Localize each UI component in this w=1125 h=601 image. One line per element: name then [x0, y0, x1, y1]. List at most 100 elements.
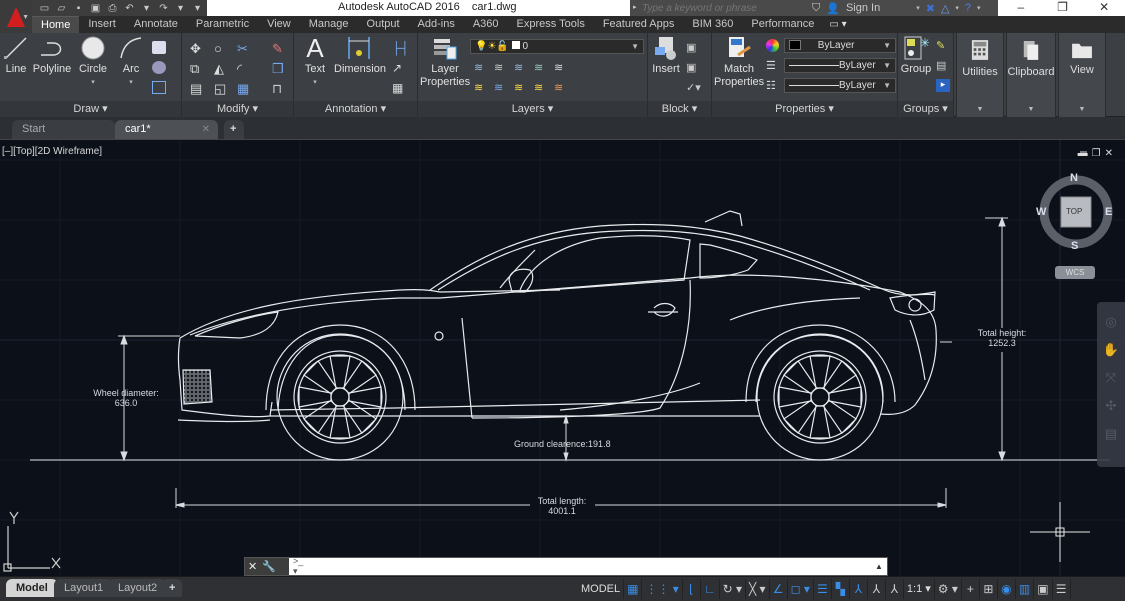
ortho-icon[interactable]: ∟ [701, 579, 720, 599]
maximize-button[interactable]: ❐ [1042, 0, 1084, 16]
hardware-acceleration-icon[interactable]: ▥ [1016, 579, 1035, 599]
chevron-down-icon[interactable]: ▾ [977, 4, 981, 12]
layer-dropdown[interactable]: 💡☀🔓 0 ▼ [470, 39, 644, 54]
compass-west[interactable]: W [1036, 206, 1046, 218]
units-icon[interactable]: ⊞ [980, 579, 998, 599]
rotate-icon[interactable]: ○ [214, 41, 228, 56]
new-tab-button[interactable]: + [224, 120, 244, 139]
add-layout-button[interactable]: + [162, 579, 183, 597]
showmotion-icon[interactable]: ▤ [1097, 426, 1125, 442]
total-height-dimension[interactable]: Total height: 1252.3 [962, 328, 1042, 348]
ungroup-icon[interactable]: ✎ [936, 39, 950, 52]
redo-icon[interactable]: ↷ [157, 3, 170, 14]
save-as-icon[interactable]: ▣ [89, 3, 102, 14]
favorites-icon[interactable]: ⛉ [812, 2, 820, 15]
groups-panel-title[interactable]: Groups ▾ [898, 101, 953, 117]
annotation-monitor-icon[interactable]: + [962, 579, 980, 599]
group-selection-icon[interactable]: ▸ [936, 79, 950, 92]
offset-icon[interactable]: ⊓ [272, 81, 286, 96]
grid-icon[interactable]: ▦ [624, 579, 643, 599]
drawing-viewport[interactable]: [–][Top][2D Wireframe] ▬❐✕ N S E W TOP W… [0, 139, 1125, 576]
draw-panel-title[interactable]: Draw ▾ [0, 101, 181, 117]
copy-icon[interactable]: ⧉ [190, 61, 204, 76]
sign-in-button[interactable]: Sign In [846, 2, 880, 14]
close-tab-icon[interactable]: ✕ [202, 120, 210, 139]
hatch-icon[interactable] [152, 61, 166, 74]
circle-button[interactable]: Circle ▾ [77, 35, 109, 89]
polyline-button[interactable]: Polyline [32, 35, 72, 76]
tab-performance[interactable]: Performance [742, 16, 823, 33]
close-command-line-icon[interactable]: ✕ [248, 560, 257, 573]
tab-express-tools[interactable]: Express Tools [508, 16, 594, 33]
rectangle-icon[interactable] [152, 41, 166, 54]
linetype-dropdown[interactable]: ByLayer ▼ [784, 58, 896, 73]
search-box[interactable]: ▸ [630, 0, 808, 16]
annotation-scale-icon[interactable]: ⅄ [886, 579, 904, 599]
polar-tracking-icon[interactable]: ↻ ▾ [720, 579, 746, 599]
expand-icon[interactable]: ▸ [633, 3, 637, 11]
tab-manage[interactable]: Manage [300, 16, 358, 33]
dimension-button[interactable]: Dimension [334, 35, 386, 76]
layer-thaw-icon[interactable]: ≋ [514, 81, 528, 94]
command-history-up-icon[interactable]: ▲ [875, 562, 887, 571]
snap-icon[interactable]: ⋮⋮ ▾ [642, 579, 683, 599]
tab-home[interactable]: Home [32, 16, 80, 33]
annotation-panel-title[interactable]: Annotation ▾ [294, 101, 417, 117]
model-space-button[interactable]: MODEL [578, 579, 625, 599]
layer-match-icon[interactable]: ≋ [554, 61, 568, 74]
object-snap-tracking-icon[interactable]: ∠ [770, 579, 788, 599]
tab-insert[interactable]: Insert [79, 16, 125, 33]
group-button[interactable]: ✳ Group [900, 35, 932, 76]
ground-clearance-dimension[interactable]: Ground clearence:191.8 [514, 439, 611, 449]
viewport-window-controls[interactable]: ▬❐✕ [1078, 148, 1117, 159]
undo-icon[interactable]: ↶ [123, 3, 136, 14]
auto-scale-icon[interactable]: ⅄ [868, 579, 886, 599]
customize-icon[interactable]: ▾ [191, 3, 204, 14]
block-panel-title[interactable]: Block ▾ [648, 101, 711, 117]
fillet-icon[interactable]: ◜ [237, 61, 251, 76]
layers-panel-title[interactable]: Layers ▾ [418, 101, 647, 117]
viewcube-face-label[interactable]: TOP [1066, 207, 1082, 216]
save-icon[interactable]: ▪ [72, 3, 85, 14]
car-drawing[interactable] [177, 210, 937, 423]
move-icon[interactable]: ✥ [190, 41, 204, 56]
layer-off-icon[interactable]: ≋ [474, 61, 488, 74]
object-snap-icon[interactable]: ◻ ▾ [788, 579, 814, 599]
file-tab-car1[interactable]: car1* ✕ [115, 120, 218, 139]
stretch-icon[interactable]: ▤ [190, 81, 204, 96]
lineweight-icon[interactable]: ☰ [814, 579, 832, 599]
help-icon[interactable]: ? [965, 2, 971, 14]
layout-tab-model[interactable]: Model [6, 579, 58, 597]
tab-annotate[interactable]: Annotate [125, 16, 187, 33]
ribbon-display-toggle-icon[interactable]: ▭ ▾ [829, 19, 846, 30]
total-length-dimension[interactable]: Total length: 4001.1 [522, 496, 602, 516]
view-button[interactable]: View ▼ [1058, 33, 1106, 117]
minimize-button[interactable]: – [1000, 0, 1042, 16]
chevron-down-icon[interactable]: ▾ [955, 4, 959, 12]
create-block-icon[interactable]: ▣ [686, 41, 700, 54]
annotation-scale-dropdown[interactable]: 1:1 ▾ [904, 579, 935, 599]
file-tab-start[interactable]: Start [12, 120, 115, 139]
orbit-icon[interactable]: ✣ [1097, 398, 1125, 414]
new-icon[interactable]: ▭ [38, 3, 51, 14]
layer-current-icon[interactable]: ≋ [494, 81, 508, 94]
layer-freeze-icon[interactable]: ≋ [514, 61, 528, 74]
lineweight-dropdown[interactable]: ByLayer ▼ [784, 78, 896, 93]
layout-tab-layout1[interactable]: Layout1 [54, 579, 114, 597]
boundary-icon[interactable] [152, 81, 166, 94]
close-button[interactable]: ✕ [1083, 0, 1125, 16]
wheel-diameter-dimension[interactable]: Wheel diameter: 636.0 [86, 388, 166, 408]
a360-icon[interactable]: △ [941, 2, 949, 15]
command-prompt-icon[interactable]: >_ ▾ [289, 556, 309, 577]
edit-block-icon[interactable]: ▣ [686, 61, 700, 74]
search-input[interactable] [630, 2, 795, 14]
tab-a360[interactable]: A360 [464, 16, 508, 33]
line-button[interactable]: Line [3, 35, 29, 76]
isodraft-icon[interactable]: ╳ ▾ [746, 579, 770, 599]
linear-dimension-icon[interactable]: ├┤ [392, 41, 409, 55]
tab-parametric[interactable]: Parametric [187, 16, 258, 33]
annotation-visibility-icon[interactable]: ⅄ [850, 579, 868, 599]
erase-icon[interactable]: ✎ [272, 41, 286, 56]
text-button[interactable]: A Text ▾ [300, 35, 330, 89]
leader-icon[interactable]: ↗ [392, 61, 406, 75]
